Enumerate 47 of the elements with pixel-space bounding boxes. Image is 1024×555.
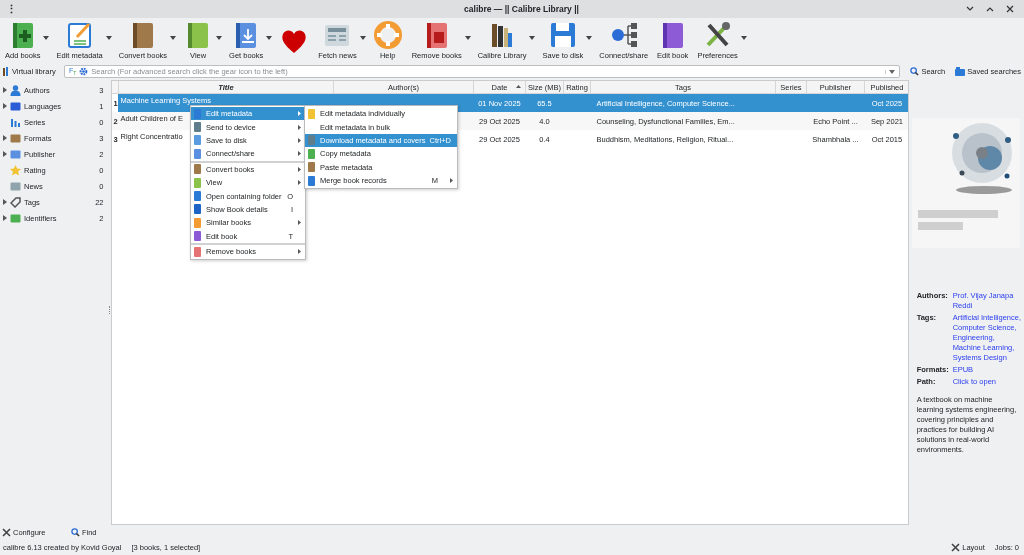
submenu-arrow-icon: [298, 111, 301, 117]
maximize-icon[interactable]: [986, 5, 994, 13]
star-icon: [10, 164, 21, 176]
caret-icon[interactable]: [529, 35, 536, 40]
expand-arrow-icon[interactable]: [3, 199, 7, 205]
submenu-arrow-icon: [298, 220, 301, 226]
caret-icon[interactable]: [266, 35, 273, 40]
dropdown-icon[interactable]: [885, 69, 896, 74]
submenu-arrow-icon: [298, 249, 301, 255]
document-icon: [307, 108, 316, 119]
document-icon: [307, 135, 316, 146]
submenu-arrow-icon: [298, 137, 301, 143]
menu-icon[interactable]: ⋮: [6, 2, 17, 16]
submenu-arrow-icon: [298, 124, 301, 130]
submenu-arrow-icon: [298, 180, 301, 186]
caret-icon[interactable]: [359, 35, 366, 40]
caret-icon[interactable]: [464, 35, 471, 40]
expand-arrow-icon[interactable]: [3, 135, 7, 141]
caret-icon[interactable]: [105, 35, 112, 40]
tag-icon: [10, 196, 21, 208]
expand-arrow-icon[interactable]: [3, 151, 7, 157]
caret-icon[interactable]: [43, 35, 50, 40]
person-icon: [10, 84, 21, 96]
lifebuoy-icon: [372, 21, 403, 49]
books-icon: [3, 67, 10, 76]
sort-arrow-icon: [516, 85, 521, 88]
gear-icon[interactable]: [79, 67, 89, 76]
caret-icon[interactable]: [740, 35, 747, 40]
submenu-arrow-icon: [298, 166, 301, 172]
close-icon[interactable]: [1006, 5, 1014, 13]
caret-icon[interactable]: [216, 35, 223, 40]
folder-icon: [955, 67, 966, 76]
caret-icon[interactable]: [170, 35, 177, 40]
window-title: calibre — || Calibre Library ||: [464, 4, 579, 14]
expand-arrow-icon[interactable]: [3, 87, 7, 93]
submenu-arrow-icon: [298, 151, 301, 157]
minimize-icon[interactable]: [966, 5, 974, 13]
expand-arrow-icon[interactable]: [3, 103, 7, 109]
document-icon: [307, 175, 316, 186]
bars-icon: [10, 116, 21, 128]
document-icon: [307, 162, 316, 173]
submenu-arrow-icon: [450, 178, 453, 184]
document-icon: [307, 148, 316, 159]
search-icon: [70, 528, 80, 537]
search-icon: [910, 67, 920, 76]
expand-arrow-icon[interactable]: [3, 215, 7, 221]
caret-icon[interactable]: [586, 35, 593, 40]
